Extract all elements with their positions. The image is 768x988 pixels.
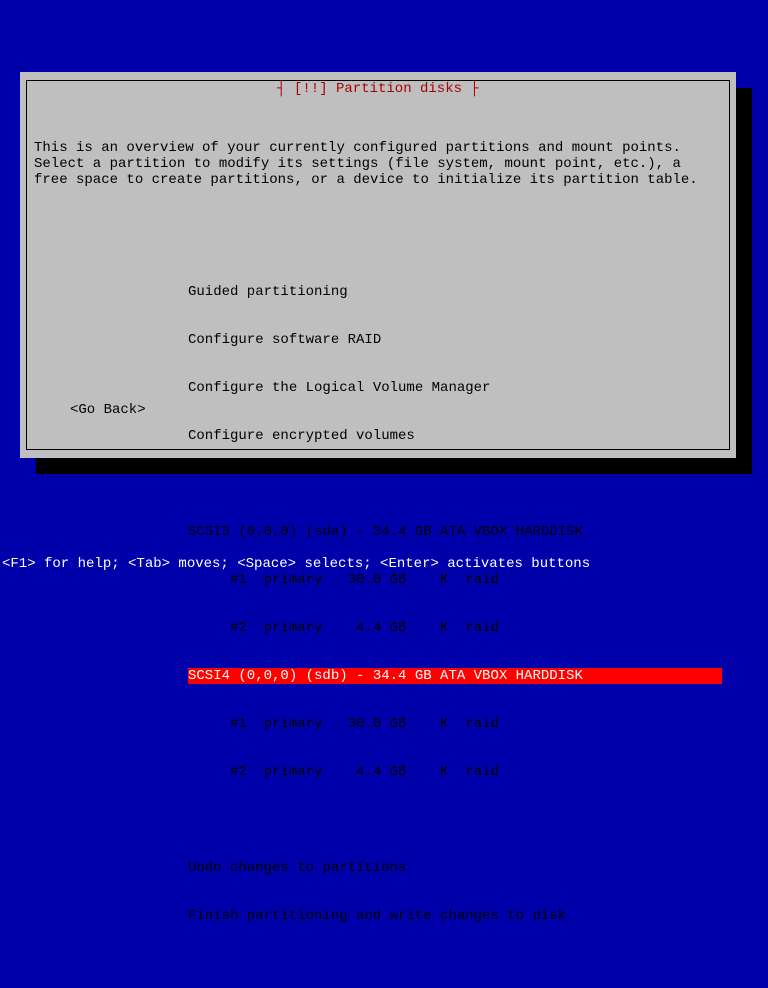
- menu-configure-software-raid[interactable]: Configure software RAID: [188, 332, 722, 348]
- menu-partition-sdb2[interactable]: #2 primary 4.4 GB K raid: [188, 764, 722, 780]
- menu-finish-partitioning[interactable]: Finish partitioning and write changes to…: [188, 908, 722, 924]
- dialog-title: ┤ [!!] Partition disks ├: [273, 81, 483, 97]
- title-text: [!!] Partition disks: [294, 81, 462, 97]
- go-back-button[interactable]: <Go Back>: [70, 402, 146, 418]
- title-decor-left: ┤: [277, 81, 294, 97]
- help-bar: <F1> for help; <Tab> moves; <Space> sele…: [0, 556, 590, 572]
- partition-dialog: ┤ [!!] Partition disks ├ This is an over…: [20, 72, 736, 458]
- menu-configure-encrypted[interactable]: Configure encrypted volumes: [188, 428, 722, 444]
- dialog-content: This is an overview of your currently co…: [34, 108, 722, 988]
- menu-partition-sdb1[interactable]: #1 primary 30.0 GB K raid: [188, 716, 722, 732]
- title-decor-right: ├: [462, 81, 479, 97]
- menu-configure-lvm[interactable]: Configure the Logical Volume Manager: [188, 380, 722, 396]
- menu-guided-partitioning[interactable]: Guided partitioning: [188, 284, 722, 300]
- menu-spacer: [188, 476, 722, 492]
- menu-partition-sda2[interactable]: #2 primary 4.4 GB K raid: [188, 620, 722, 636]
- menu-disk-sda[interactable]: SCSI3 (0,0,0) (sda) - 34.4 GB ATA VBOX H…: [188, 524, 722, 540]
- menu-partition-sda1[interactable]: #1 primary 30.0 GB K raid: [188, 572, 722, 588]
- menu-spacer: [188, 812, 722, 828]
- menu-undo-changes[interactable]: Undo changes to partitions: [188, 860, 722, 876]
- menu-disk-sdb[interactable]: SCSI4 (0,0,0) (sdb) - 34.4 GB ATA VBOX H…: [188, 668, 722, 684]
- partition-menu[interactable]: Guided partitioning Configure software R…: [188, 252, 722, 956]
- intro-text: This is an overview of your currently co…: [34, 140, 722, 188]
